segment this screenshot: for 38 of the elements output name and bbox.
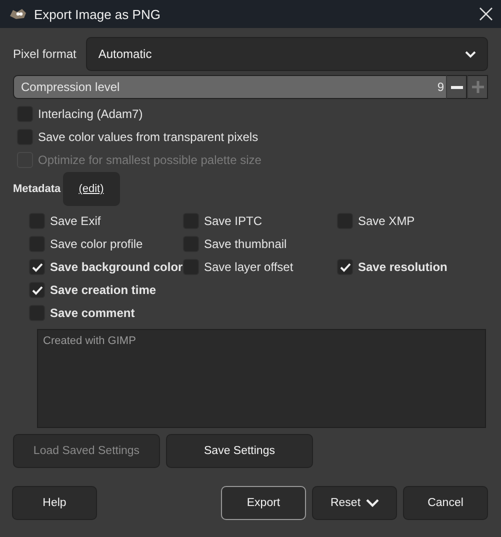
checkbox-label: Save resolution: [358, 260, 448, 274]
checkbox-label: Save color profile: [50, 237, 143, 251]
checkbox-label: Interlacing (Adam7): [38, 107, 143, 121]
window-title: Export Image as PNG: [34, 6, 162, 22]
slider-label: Compression level: [20, 80, 121, 94]
decrement-button[interactable]: [446, 75, 467, 99]
comment-field[interactable]: Created with GIMP: [37, 329, 486, 428]
edit-link[interactable]: (edit): [62, 172, 120, 206]
section-label: Metadata: [13, 183, 61, 195]
chevron-down-icon: [366, 499, 379, 507]
dialog-button[interactable]: Reset: [312, 486, 397, 520]
dialog-button[interactable]: Cancel: [403, 486, 488, 520]
checkbox-label: Save layer offset: [204, 260, 294, 274]
checkbox[interactable]: [29, 282, 45, 298]
checkbox-label: Save Exif: [50, 214, 101, 228]
checkbox[interactable]: [29, 259, 45, 275]
increment-button[interactable]: [467, 75, 488, 99]
chevron-down-icon: [465, 50, 476, 58]
checkbox-label: Save thumbnail: [204, 237, 287, 251]
slider-value: 9: [437, 80, 445, 94]
app-icon: [8, 7, 28, 21]
checkbox-label: Save background color: [50, 260, 183, 274]
checkbox-label: Save comment: [50, 306, 135, 320]
minus-icon: [450, 86, 462, 88]
checkbox-label: Save IPTC: [204, 214, 262, 228]
field-label: Pixel format: [13, 47, 76, 61]
checkbox-label: Save creation time: [50, 283, 156, 297]
checkbox-label: Save XMP: [358, 214, 415, 228]
close-icon[interactable]: [479, 7, 493, 21]
dialog-button[interactable]: Export: [221, 486, 306, 520]
settings-button[interactable]: Save Settings: [166, 434, 313, 468]
plus-icon: [472, 81, 484, 93]
checkbox[interactable]: [337, 259, 353, 275]
checkbox-label: Save color values from transparent pixels: [38, 130, 258, 144]
checkbox-label: Optimize for smallest possible palette size: [38, 153, 262, 167]
dialog-button[interactable]: Help: [12, 486, 97, 520]
compression-slider[interactable]: Compression level 9: [13, 75, 446, 99]
pixel-format-dropdown[interactable]: Automatic: [86, 37, 488, 71]
